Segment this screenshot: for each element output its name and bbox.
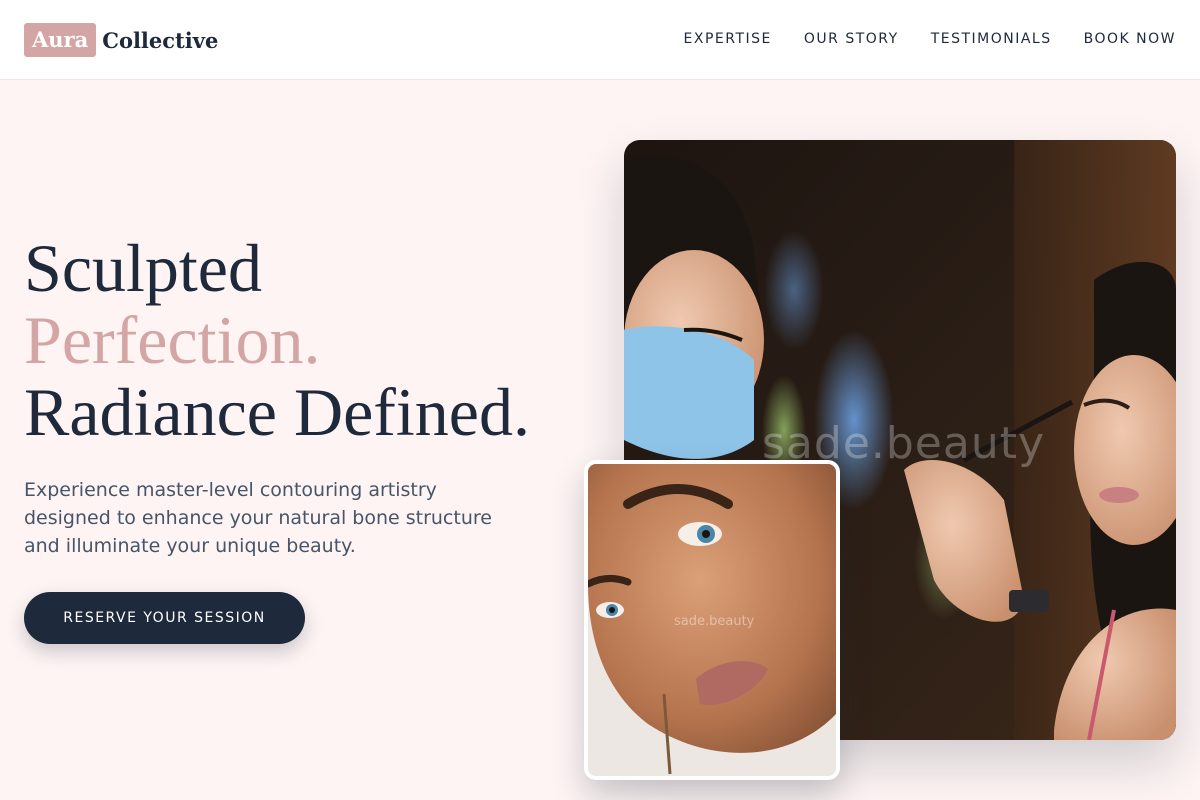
nav-link-our-story[interactable]: OUR STORY [804, 31, 899, 47]
inset-image-watermark: sade.beauty [674, 614, 755, 629]
brand-logo[interactable]: Aura Collective [24, 23, 218, 57]
logo-text: Collective [102, 27, 219, 53]
nav-link-book-now[interactable]: BOOK NOW [1084, 31, 1176, 47]
hero-inset-image: sade.beauty [584, 460, 840, 780]
nav-link-expertise[interactable]: EXPERTISE [684, 31, 772, 47]
reserve-session-button[interactable]: RESERVE YOUR SESSION [24, 592, 305, 644]
logo-badge: Aura [24, 23, 97, 57]
main-nav: EXPERTISE OUR STORY TESTIMONIALS BOOK NO… [684, 31, 1176, 47]
hero-description: Experience master-level contouring artis… [24, 479, 492, 557]
hero-headline: Sculpted Perfection. Radiance Defined. [24, 232, 530, 448]
headline-line-3: Radiance Defined. [24, 374, 530, 450]
headline-line-1: Sculpted [24, 230, 262, 306]
nav-link-testimonials[interactable]: TESTIMONIALS [931, 31, 1052, 47]
site-header: Aura Collective EXPERTISE OUR STORY TEST… [0, 0, 1200, 80]
headline-accent-line: Perfection. [24, 302, 321, 378]
